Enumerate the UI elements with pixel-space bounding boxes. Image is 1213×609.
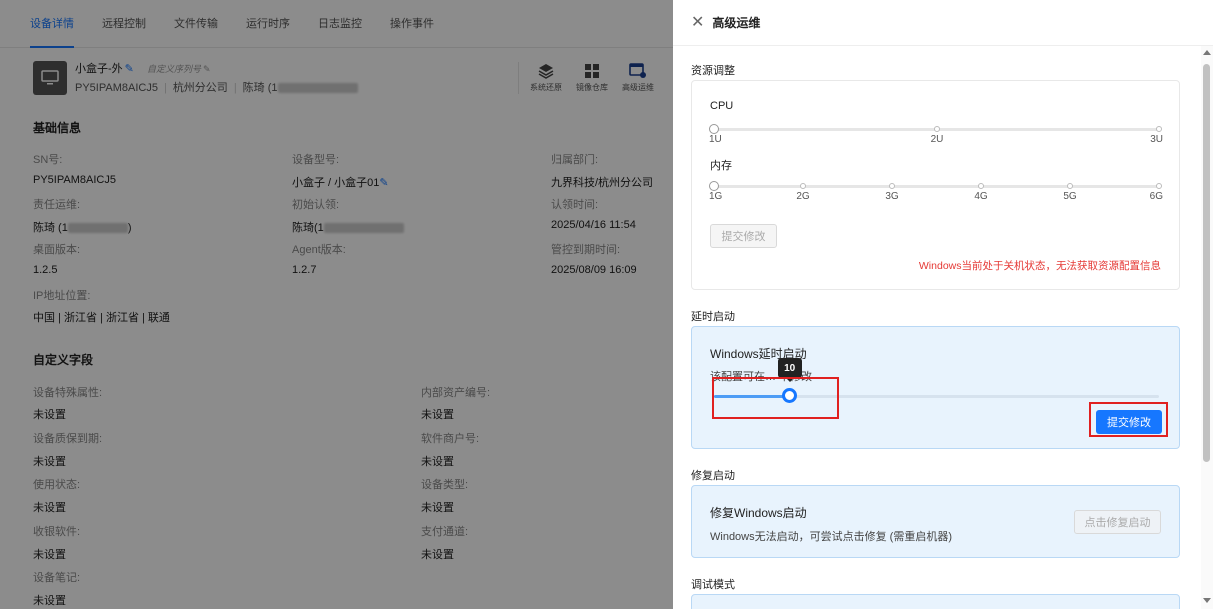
drawer-title: 高级运维 — [712, 16, 761, 30]
modal-mask[interactable] — [0, 0, 673, 609]
delay-value-tooltip: 10 — [777, 358, 802, 382]
memory-tick — [1067, 183, 1073, 189]
resource-card: CPU 1U 2U 3U 内存 1G 2G 3G 4G 5G 6G 提交修改 W… — [691, 80, 1180, 290]
cpu-tick-label: 1U — [709, 134, 722, 145]
repair-card: 修复Windows启动 Windows无法启动，可尝试点击修复 (需重启机器) … — [691, 485, 1180, 558]
memory-tick-label: 6G — [1149, 191, 1163, 202]
memory-tick — [889, 183, 895, 189]
memory-label: 内存 — [710, 160, 732, 172]
cpu-tick — [1156, 126, 1162, 132]
memory-tick — [800, 183, 806, 189]
drawer-scrollbar[interactable] — [1201, 46, 1213, 609]
resource-section-title: 资源调整 — [691, 65, 735, 77]
highlight-box-slider — [712, 377, 839, 419]
memory-tick-label: 5G — [1063, 191, 1077, 202]
delay-section-title: 延时启动 — [691, 311, 735, 323]
resource-submit-button[interactable]: 提交修改 — [710, 224, 777, 248]
resource-warning: Windows当前处于关机状态，无法获取资源配置信息 — [918, 260, 1161, 272]
repair-title: 修复Windows启动 — [710, 506, 807, 520]
cpu-tick-label: 3U — [1150, 134, 1163, 145]
memory-tick-label: 1G — [709, 191, 723, 202]
scroll-down-icon[interactable] — [1203, 598, 1211, 603]
drawer-header: ✕ 高级运维 — [673, 0, 1213, 46]
memory-slider-handle[interactable] — [709, 181, 719, 191]
memory-slider-track[interactable] — [714, 185, 1159, 188]
cpu-label: CPU — [710, 100, 734, 112]
cpu-tick — [934, 126, 940, 132]
memory-tick-label: 3G — [885, 191, 899, 202]
highlight-box-submit — [1089, 402, 1168, 437]
debug-card — [691, 594, 1180, 609]
cpu-slider-handle[interactable] — [709, 124, 719, 134]
debug-section-title: 调试模式 — [691, 579, 735, 591]
memory-tick-label: 4G — [974, 191, 988, 202]
repair-desc: Windows无法启动，可尝试点击修复 (需重启机器) — [710, 531, 953, 543]
advanced-ops-drawer: ✕ 高级运维 资源调整 CPU 1U 2U 3U 内存 1G 2G 3G 4G … — [673, 0, 1213, 609]
scroll-thumb[interactable] — [1203, 64, 1210, 462]
cpu-tick-label: 2U — [930, 134, 944, 145]
memory-tick — [1156, 183, 1162, 189]
memory-tick-label: 2G — [796, 191, 810, 202]
repair-start-button[interactable]: 点击修复启动 — [1074, 510, 1161, 534]
memory-tick — [978, 183, 984, 189]
scroll-up-icon[interactable] — [1203, 50, 1211, 55]
close-icon[interactable]: ✕ — [691, 14, 704, 31]
repair-section-title: 修复启动 — [691, 470, 735, 482]
